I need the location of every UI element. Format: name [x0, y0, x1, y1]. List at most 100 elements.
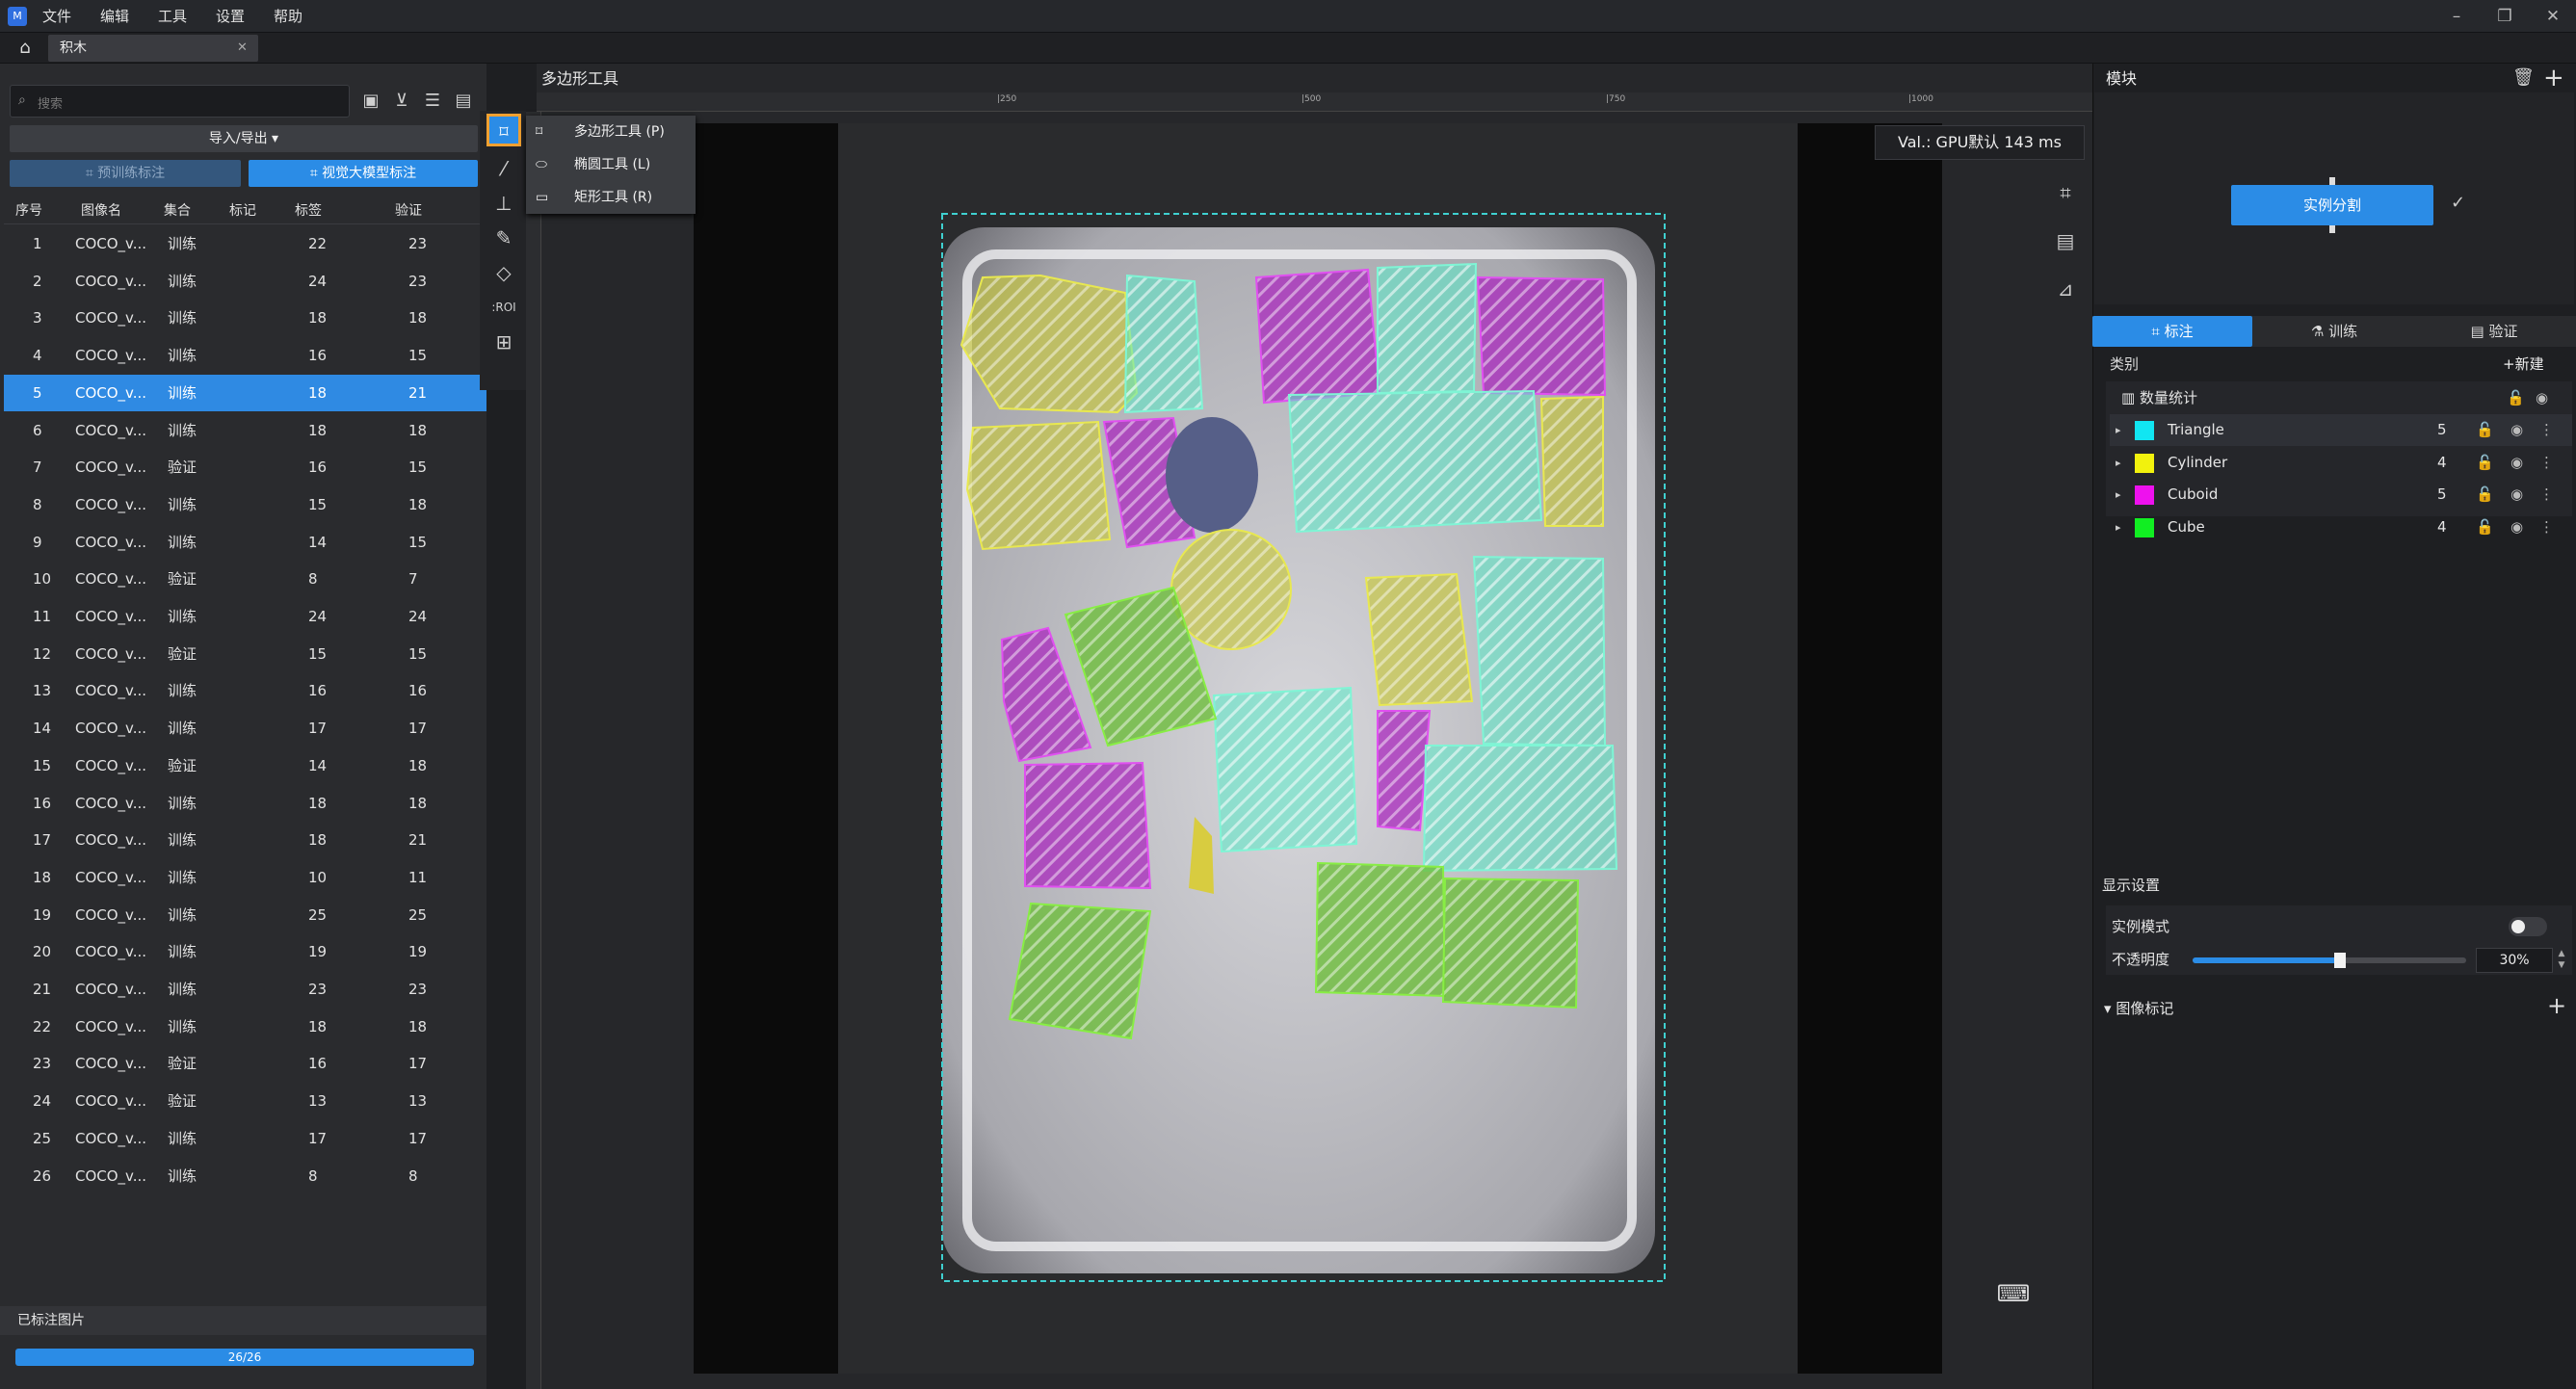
lock-icon[interactable]: 🔓 — [2476, 447, 2494, 479]
category-color-swatch[interactable] — [2135, 485, 2154, 505]
home-icon[interactable]: ⌂ — [13, 37, 37, 60]
menu-help[interactable]: 帮助 — [274, 0, 302, 33]
category-color-swatch[interactable] — [2135, 517, 2154, 537]
menu-ellipse-tool[interactable]: ⬭ 椭圆工具 (L) — [526, 148, 696, 181]
stats-row[interactable]: ▥ 数量统计 — [2121, 383, 2197, 412]
table-row[interactable]: 24 COCO_v... 验证 13 13 — [4, 1083, 486, 1120]
menu-file[interactable]: 文件 — [42, 0, 71, 33]
table-row[interactable]: 16 COCO_v... 训练 18 18 — [4, 785, 486, 823]
add-tag-icon[interactable]: + — [2547, 992, 2566, 1019]
table-row[interactable]: 4 COCO_v... 训练 16 15 — [4, 337, 486, 375]
instance-mode-toggle[interactable] — [2509, 917, 2547, 936]
roi-tool[interactable]: :ROI — [486, 291, 521, 324]
add-module-icon[interactable]: + — [2543, 64, 2564, 92]
opacity-slider[interactable] — [2193, 953, 2466, 968]
image-filter-icon[interactable]: ▣ — [356, 85, 385, 118]
table-row[interactable]: 15 COCO_v... 验证 14 18 — [4, 747, 486, 785]
annotation-image[interactable] — [694, 123, 1942, 1374]
opacity-stepper-icon[interactable]: ▲ ▼ — [2555, 948, 2568, 973]
more-icon[interactable]: ⋮ — [2539, 511, 2554, 543]
table-row[interactable]: 23 COCO_v... 验证 16 17 — [4, 1045, 486, 1083]
table-row[interactable]: 9 COCO_v... 训练 14 15 — [4, 524, 486, 562]
category-row[interactable]: ▸ Cube 4 🔓 ◉ ⋮ — [2110, 511, 2572, 543]
category-color-swatch[interactable] — [2135, 421, 2154, 440]
vlm-label-button[interactable]: ⌗ 视觉大模型标注 — [249, 160, 478, 187]
expand-icon[interactable]: ▸ — [2116, 511, 2121, 543]
new-category-button[interactable]: +新建 — [2503, 353, 2544, 376]
delete-icon[interactable]: 🗑 — [2512, 67, 2535, 88]
expand-icon[interactable]: ▸ — [2116, 479, 2121, 511]
more-icon[interactable]: ⋮ — [2539, 479, 2554, 511]
col-header-index[interactable]: 序号 — [15, 198, 42, 223]
table-row[interactable]: 6 COCO_v... 训练 18 18 — [4, 412, 486, 450]
list-icon[interactable]: ▤ — [2046, 222, 2085, 260]
expand-icon[interactable]: ▸ — [2116, 414, 2121, 446]
col-header-verify[interactable]: 验证 — [395, 198, 422, 223]
category-row[interactable]: ▸ Cylinder 4 🔓 ◉ ⋮ — [2110, 447, 2572, 479]
stats-eye-icon[interactable]: ◉ — [2536, 383, 2548, 412]
filter-icon[interactable]: ⊻ — [387, 85, 416, 118]
table-row[interactable]: 12 COCO_v... 验证 15 15 — [4, 636, 486, 673]
tab-verify[interactable]: ▤ 验证 — [2414, 316, 2574, 347]
menu-polygon-tool[interactable]: ⌑ 多边形工具 (P) — [526, 116, 696, 148]
table-row[interactable]: 5 COCO_v... 训练 18 21 — [4, 374, 486, 412]
restore-icon[interactable]: ❐ — [2485, 0, 2524, 33]
tab-train[interactable]: ⚗ 训练 — [2254, 316, 2414, 347]
stamp-icon[interactable]: ⊥ — [486, 187, 521, 220]
eye-icon[interactable]: ◉ — [2510, 511, 2523, 543]
table-row[interactable]: 10 COCO_v... 验证 8 7 — [4, 561, 486, 598]
opacity-slider-handle[interactable] — [2334, 953, 2347, 968]
stats-lock-icon[interactable]: 🔓 — [2507, 383, 2525, 412]
table-row[interactable]: 14 COCO_v... 训练 17 17 — [4, 710, 486, 747]
eye-icon[interactable]: ◉ — [2510, 479, 2523, 511]
crop-tool-icon[interactable]: ⊞ — [486, 326, 521, 358]
instance-segmentation-node[interactable]: 实例分割 — [2231, 185, 2433, 225]
table-row[interactable]: 13 COCO_v... 训练 16 16 — [4, 672, 486, 710]
table-row[interactable]: 20 COCO_v... 训练 19 19 — [4, 933, 486, 971]
eraser-icon[interactable]: ◇ — [486, 256, 521, 289]
tab-annotate[interactable]: ⌗ 标注 — [2092, 316, 2252, 347]
col-header-label[interactable]: 标签 — [295, 198, 322, 223]
close-icon[interactable]: ✕ — [2534, 0, 2572, 33]
edit-region-icon[interactable]: ⊿ — [2046, 270, 2085, 308]
table-row[interactable]: 25 COCO_v... 训练 17 17 — [4, 1120, 486, 1158]
folder-icon[interactable]: ▤ — [449, 85, 478, 118]
col-header-set[interactable]: 集合 — [164, 198, 191, 223]
table-row[interactable]: 3 COCO_v... 训练 18 18 — [4, 300, 486, 337]
table-row[interactable]: 8 COCO_v... 训练 15 18 — [4, 486, 486, 524]
menu-rect-tool[interactable]: ▭ 矩形工具 (R) — [526, 181, 696, 214]
table-row[interactable]: 21 COCO_v... 训练 23 23 — [4, 971, 486, 1009]
category-row[interactable]: ▸ Cuboid 5 🔓 ◉ ⋮ — [2110, 479, 2572, 511]
more-icon[interactable]: ⋮ — [2539, 447, 2554, 479]
expand-icon[interactable]: ▸ — [2116, 447, 2121, 479]
pretrain-label-button[interactable]: ⌗ 预训练标注 — [10, 160, 241, 187]
tab-close-icon[interactable]: ✕ — [237, 35, 248, 62]
table-row[interactable]: 26 COCO_v... 训练 8 8 — [4, 1158, 486, 1195]
minimize-icon[interactable]: – — [2437, 0, 2476, 33]
keyboard-icon[interactable]: ⌨ — [1994, 1279, 2033, 1308]
eye-icon[interactable]: ◉ — [2510, 447, 2523, 479]
menu-edit[interactable]: 编辑 — [100, 0, 129, 33]
more-icon[interactable]: ⋮ — [2539, 414, 2554, 446]
lock-icon[interactable]: 🔓 — [2476, 479, 2494, 511]
opacity-input[interactable]: 30% — [2476, 948, 2553, 973]
magic-wand-icon[interactable]: ⁄ — [486, 152, 521, 185]
list-view-icon[interactable]: ☰ — [418, 85, 447, 118]
lock-icon[interactable]: 🔓 — [2476, 511, 2494, 543]
table-row[interactable]: 7 COCO_v... 验证 16 15 — [4, 449, 486, 486]
table-row[interactable]: 1 COCO_v... 训练 22 23 — [4, 225, 486, 263]
lock-icon[interactable]: 🔓 — [2476, 414, 2494, 446]
pen-icon[interactable]: ✎ — [486, 222, 521, 254]
table-row[interactable]: 19 COCO_v... 训练 25 25 — [4, 897, 486, 934]
table-row[interactable]: 18 COCO_v... 训练 10 11 — [4, 859, 486, 897]
image-tags-row[interactable]: ▾ 图像标记 — [2104, 996, 2173, 1021]
eye-icon[interactable]: ◉ — [2510, 414, 2523, 446]
col-header-mark[interactable]: 标记 — [229, 198, 256, 223]
table-row[interactable]: 22 COCO_v... 训练 18 18 — [4, 1009, 486, 1046]
table-row[interactable]: 2 COCO_v... 训练 24 23 — [4, 263, 486, 301]
table-row[interactable]: 11 COCO_v... 训练 24 24 — [4, 598, 486, 636]
fit-view-icon[interactable]: ⌗ — [2046, 173, 2085, 212]
menu-settings[interactable]: 设置 — [216, 0, 245, 33]
category-color-swatch[interactable] — [2135, 453, 2154, 473]
col-header-name[interactable]: 图像名 — [81, 198, 121, 223]
